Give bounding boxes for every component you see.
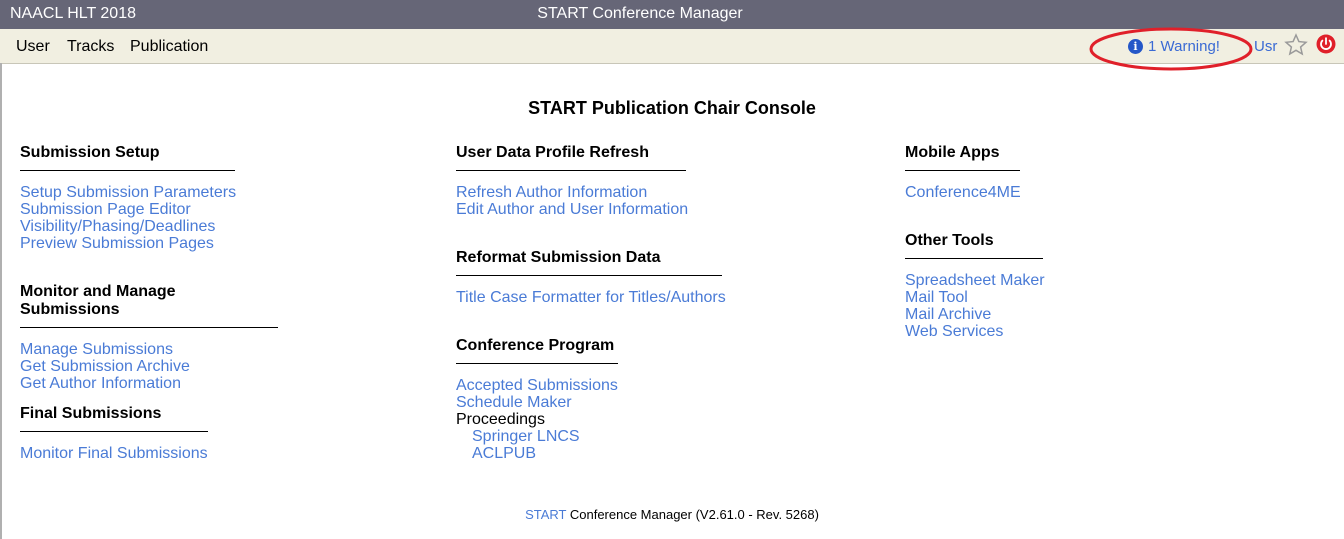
section-conference-program: Conference Program Accepted Submissions … (456, 337, 618, 462)
user-menu-link[interactable]: Usr (1254, 38, 1277, 55)
menu-user[interactable]: User (16, 38, 50, 56)
left-edge-border (0, 63, 2, 539)
section-title: Monitor and Manage Submissions (20, 283, 278, 328)
link-aclpub[interactable]: ACLPUB (456, 445, 618, 462)
power-icon[interactable] (1316, 34, 1336, 54)
section-title: Final Submissions (20, 405, 208, 432)
proceedings-label: Proceedings (456, 411, 545, 428)
section-other-tools: Other Tools Spreadsheet Maker Mail Tool … (905, 232, 1045, 340)
warning-text: 1 Warning! (1148, 38, 1220, 55)
link-edit-author-user-information[interactable]: Edit Author and User Information (456, 201, 688, 218)
link-springer-lncs[interactable]: Springer LNCS (456, 428, 618, 445)
section-title: Conference Program (456, 337, 618, 364)
link-preview-submission-pages[interactable]: Preview Submission Pages (20, 235, 236, 252)
section-user-data-refresh: User Data Profile Refresh Refresh Author… (456, 144, 688, 218)
link-submission-page-editor[interactable]: Submission Page Editor (20, 201, 236, 218)
footer-text: Conference Manager (V2.61.0 - Rev. 5268) (566, 507, 819, 522)
section-reformat-submission-data: Reformat Submission Data Title Case Form… (456, 249, 726, 306)
link-get-submission-archive[interactable]: Get Submission Archive (20, 358, 278, 375)
title-bar: NAACL HLT 2018 START Conference Manager (0, 0, 1344, 29)
section-title: User Data Profile Refresh (456, 144, 686, 171)
app-title: START Conference Manager (537, 5, 743, 22)
info-icon: i (1128, 39, 1143, 54)
link-manage-submissions[interactable]: Manage Submissions (20, 341, 278, 358)
link-refresh-author-information[interactable]: Refresh Author Information (456, 184, 688, 201)
footer-start-link[interactable]: START (525, 507, 566, 522)
link-visibility-phasing-deadlines[interactable]: Visibility/Phasing/Deadlines (20, 218, 236, 235)
section-title: Submission Setup (20, 144, 235, 171)
link-setup-submission-parameters[interactable]: Setup Submission Parameters (20, 184, 236, 201)
link-web-services[interactable]: Web Services (905, 323, 1045, 340)
link-get-author-information[interactable]: Get Author Information (20, 375, 278, 392)
link-conference4me[interactable]: Conference4ME (905, 184, 1021, 201)
link-title-case-formatter[interactable]: Title Case Formatter for Titles/Authors (456, 289, 726, 306)
menu-tracks[interactable]: Tracks (67, 38, 114, 56)
link-spreadsheet-maker[interactable]: Spreadsheet Maker (905, 272, 1045, 289)
warning-link[interactable]: i 1 Warning! (1128, 38, 1220, 55)
link-schedule-maker[interactable]: Schedule Maker (456, 394, 618, 411)
menu-publication[interactable]: Publication (130, 38, 208, 56)
link-monitor-final-submissions[interactable]: Monitor Final Submissions (20, 445, 208, 462)
link-mail-archive[interactable]: Mail Archive (905, 306, 1045, 323)
link-accepted-submissions[interactable]: Accepted Submissions (456, 377, 618, 394)
section-mobile-apps: Mobile Apps Conference4ME (905, 144, 1021, 201)
section-final-submissions: Final Submissions Monitor Final Submissi… (20, 405, 208, 462)
section-title: Mobile Apps (905, 144, 1020, 171)
section-monitor-manage: Monitor and Manage Submissions Manage Su… (20, 283, 278, 392)
section-title: Other Tools (905, 232, 1043, 259)
section-title: Reformat Submission Data (456, 249, 722, 276)
page-title: START Publication Chair Console (528, 98, 816, 118)
menu-bar: User Tracks Publication i 1 Warning! Usr (0, 29, 1344, 64)
footer: START Conference Manager (V2.61.0 - Rev.… (0, 507, 1344, 522)
section-submission-setup: Submission Setup Setup Submission Parame… (20, 144, 236, 252)
link-mail-tool[interactable]: Mail Tool (905, 289, 1045, 306)
star-icon[interactable] (1284, 33, 1308, 57)
